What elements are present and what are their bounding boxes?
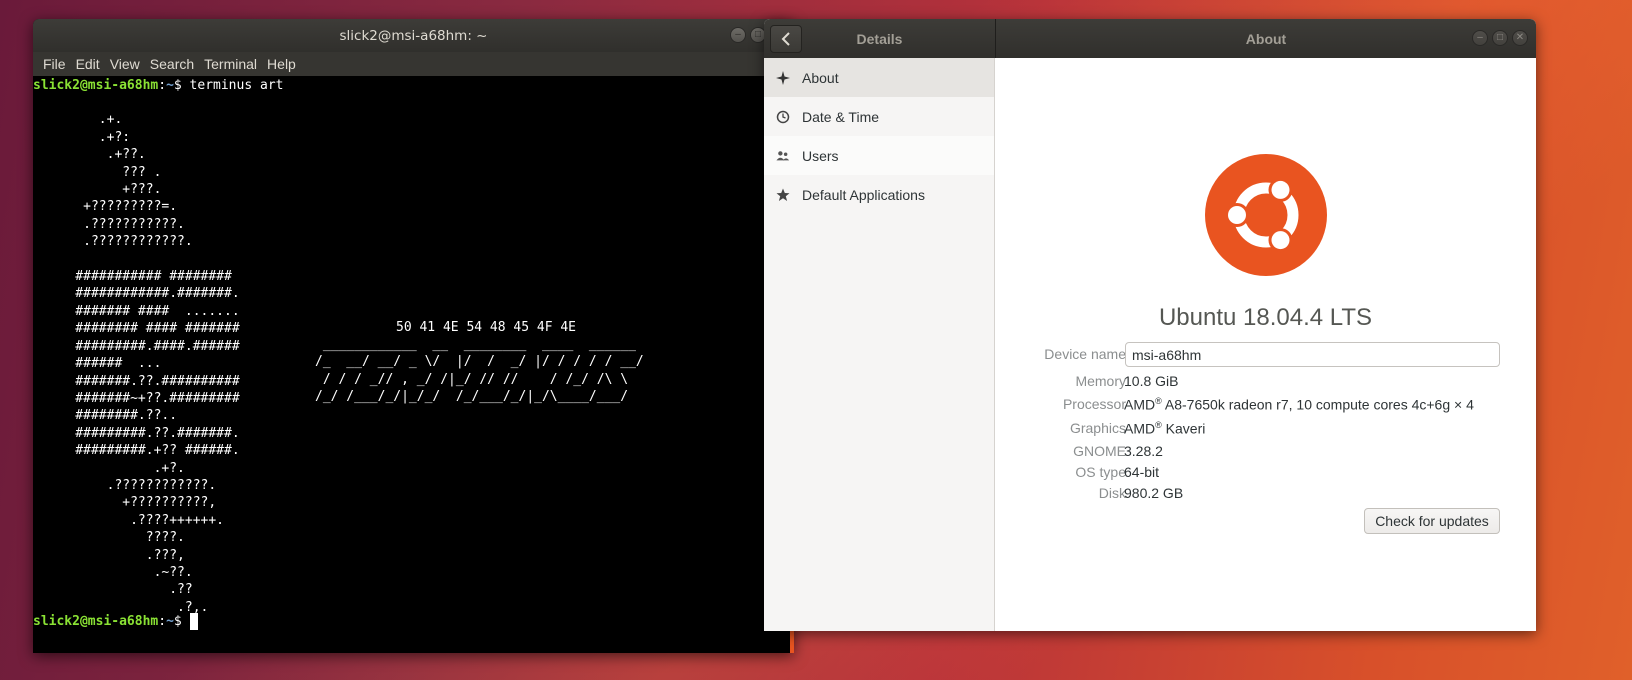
maximize-icon[interactable]: □ xyxy=(1492,30,1508,46)
device-name-label: Device name xyxy=(1044,346,1126,362)
settings-window-controls: – □ ✕ xyxy=(1472,30,1528,46)
menu-terminal[interactable]: Terminal xyxy=(199,56,262,72)
sidebar-item-default-applications[interactable]: Default Applications xyxy=(764,175,994,214)
sidebar-title: Details xyxy=(856,30,903,47)
sparkle-icon xyxy=(776,70,790,85)
text-cursor xyxy=(189,613,198,630)
disk-value: 980.2 GB xyxy=(1124,485,1184,501)
graphics-brand: AMD xyxy=(1124,420,1156,437)
prompt-path: ~ xyxy=(166,78,174,93)
settings-sidebar: About Date & Time Users Default Applicat… xyxy=(764,58,995,631)
prompt-separator: : xyxy=(158,78,167,93)
terminal-menubar: File Edit View Search Terminal Help xyxy=(33,52,794,76)
sidebar-item-date-time[interactable]: Date & Time xyxy=(764,97,994,136)
sidebar-item-label: Users xyxy=(802,147,839,164)
prompt-path: ~ xyxy=(166,614,174,629)
terminal-titlebar[interactable]: slick2@msi-a68hm: ~ – □ ✕ xyxy=(33,19,794,52)
processor-value: AMD® A8-7650k radeon r7, 10 compute core… xyxy=(1124,396,1474,413)
close-icon[interactable]: ✕ xyxy=(1512,30,1528,46)
sidebar-item-label: Date & Time xyxy=(802,108,880,125)
os-name: Ubuntu 18.04.4 LTS xyxy=(1158,304,1373,331)
menu-view[interactable]: View xyxy=(105,56,145,72)
sidebar-item-about[interactable]: About xyxy=(764,58,994,97)
settings-window[interactable]: Details About – □ ✕ About Date & Time Us… xyxy=(764,19,1536,631)
graphics-label: Graphics xyxy=(1069,420,1126,436)
processor-model: A8-7650k radeon r7, 10 compute cores 4c+… xyxy=(1161,396,1474,413)
os-type-value: 64-bit xyxy=(1124,464,1160,480)
prompt-user: slick2@msi-a68hm xyxy=(33,78,159,93)
ubuntu-logo xyxy=(1205,154,1327,276)
sidebar-item-users[interactable]: Users xyxy=(764,136,994,175)
prompt-user: slick2@msi-a68hm xyxy=(33,614,159,629)
device-name-input[interactable] xyxy=(1125,342,1500,367)
sidebar-item-label: About xyxy=(802,69,839,86)
command-text: terminus art xyxy=(189,78,284,93)
registered-mark: ® xyxy=(1155,420,1162,430)
graphics-value: AMD® Kaveri xyxy=(1124,420,1205,437)
hex-caption: 50 41 4E 54 48 45 4F 4E xyxy=(396,320,577,335)
page-title: About xyxy=(1245,30,1287,47)
registered-mark: ® xyxy=(1155,396,1162,406)
terminal-title: slick2@msi-a68hm: ~ xyxy=(339,27,488,44)
check-for-updates-button[interactable]: Check for updates xyxy=(1364,508,1500,534)
terminal-window[interactable]: slick2@msi-a68hm: ~ – □ ✕ File Edit View… xyxy=(33,19,794,653)
gnome-value: 3.28.2 xyxy=(1124,443,1163,459)
chevron-left-icon xyxy=(781,31,790,46)
minimize-icon[interactable]: – xyxy=(730,27,746,43)
menu-help[interactable]: Help xyxy=(262,56,301,72)
gnome-label: GNOME xyxy=(1073,443,1126,459)
back-button[interactable] xyxy=(770,24,802,53)
settings-headerbar[interactable]: Details About – □ ✕ xyxy=(764,19,1536,58)
menu-edit[interactable]: Edit xyxy=(71,56,105,72)
processor-brand: AMD xyxy=(1124,396,1156,413)
command-line: slick2@msi-a68hm:~$ terminus art xyxy=(33,77,283,94)
about-panel: Ubuntu 18.04.4 LTS Device name Memory 10… xyxy=(995,58,1536,631)
prompt-symbol: $ xyxy=(173,614,190,629)
os-type-label: OS type xyxy=(1075,464,1126,480)
current-prompt-line: slick2@msi-a68hm:~$ xyxy=(33,613,198,630)
ascii-banner: ____________ __ ________ ____ ______ /_ … xyxy=(315,337,644,405)
terminal-output[interactable]: slick2@msi-a68hm:~$ terminus art .+. .+?… xyxy=(33,76,794,653)
users-icon xyxy=(776,149,790,163)
ascii-art-figure: .+. .+?: .+??. ??? . +???. +?????????=. … xyxy=(75,112,240,615)
menu-search[interactable]: Search xyxy=(145,56,199,72)
prompt-separator: : xyxy=(158,614,167,629)
minimize-icon[interactable]: – xyxy=(1472,30,1488,46)
menu-file[interactable]: File xyxy=(38,56,71,72)
sidebar-header: Details xyxy=(764,19,996,58)
sidebar-item-label: Default Applications xyxy=(802,186,925,203)
clock-icon xyxy=(776,110,790,124)
disk-label: Disk xyxy=(1098,485,1126,501)
processor-label: Processor xyxy=(1062,396,1126,412)
star-icon xyxy=(776,188,790,202)
prompt-symbol: $ xyxy=(173,78,190,93)
graphics-model: Kaveri xyxy=(1161,420,1206,437)
memory-value: 10.8 GiB xyxy=(1124,373,1179,389)
memory-label: Memory xyxy=(1075,373,1126,389)
